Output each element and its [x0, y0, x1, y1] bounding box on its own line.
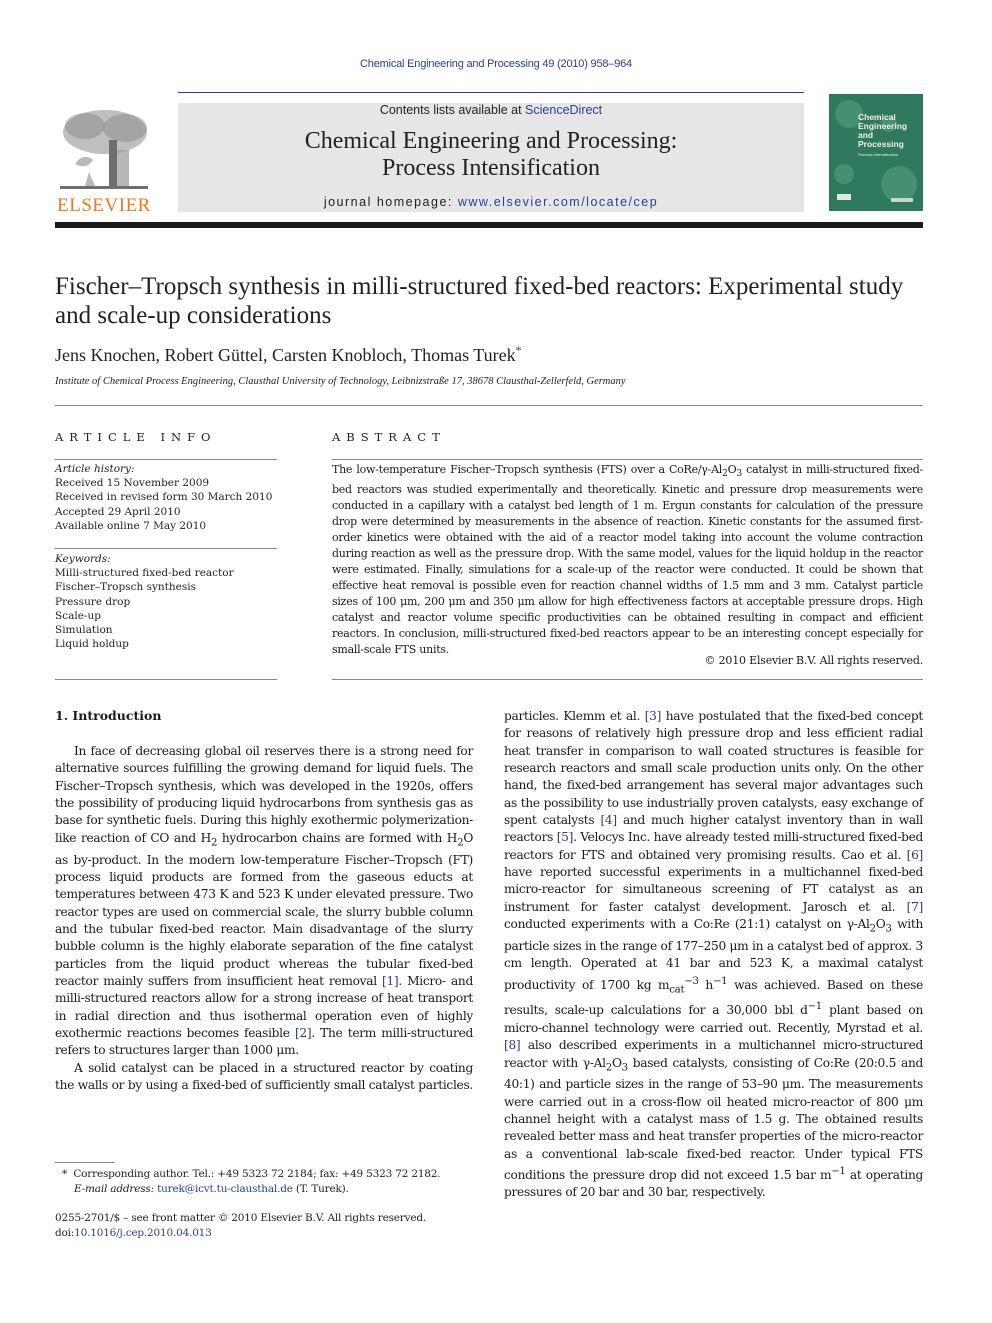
corresponding-contact: Corresponding author. Tel.: +49 5323 72 … [73, 1168, 441, 1180]
citation-link[interactable]: [3] [645, 709, 662, 723]
divider [55, 459, 277, 460]
divider [55, 405, 923, 406]
authors: Jens Knochen, Robert Güttel, Carsten Kno… [55, 345, 516, 365]
keywords: Keywords: Milli-structured fixed-bed rea… [55, 552, 234, 651]
footnote-line: * Corresponding author. Tel.: +49 5323 7… [62, 1167, 482, 1182]
abstract-text: The low-temperature Fischer–Tropsch synt… [332, 462, 923, 658]
history-label: Article history: [55, 463, 135, 475]
abstract-segment: The low-temperature Fischer–Tropsch synt… [332, 463, 723, 476]
superscript: −1 [807, 1001, 823, 1013]
article-history: Article history: Received 15 November 20… [55, 462, 272, 533]
email-suffix: (T. Turek). [292, 1182, 349, 1195]
keyword: Milli-structured fixed-bed reactor [55, 567, 234, 580]
abstract-heading: ABSTRACT [332, 430, 446, 444]
superscript: −1 [831, 1166, 846, 1178]
corresponding-author-footnote: * Corresponding author. Tel.: +49 5323 7… [62, 1167, 482, 1196]
front-matter: 0255-2701/$ – see front matter © 2010 El… [55, 1211, 485, 1240]
history-item: Received in revised form 30 March 2010 [55, 491, 273, 504]
keyword: Scale-up [55, 609, 101, 622]
citation-link[interactable]: [2] [295, 1026, 312, 1040]
text: A solid catalyst can be placed in a stru… [55, 1060, 473, 1092]
superscript: −1 [712, 975, 728, 987]
text: based catalysts, consisting of Co:Re (20… [504, 1055, 923, 1183]
cover-title-line: Processing [858, 139, 904, 149]
header-rule [178, 92, 804, 93]
body-column-right: particles. Klemm et al. [3] have postula… [504, 708, 923, 1202]
article-info-heading: ARTICLE INFO [55, 430, 217, 444]
doi-link[interactable]: 10.1016/j.cep.2010.04.013 [74, 1227, 212, 1239]
subscript: cat [669, 984, 685, 996]
affiliation: Institute of Chemical Process Engineerin… [55, 376, 626, 387]
article-title: Fischer–Tropsch synthesis in milli-struc… [55, 273, 904, 329]
contents-line: Contents lists available at ScienceDirec… [178, 103, 804, 117]
publisher-wordmark: ELSEVIER [57, 195, 151, 216]
text: particles. Klemm et al. [504, 709, 645, 723]
tree-icon [60, 110, 148, 189]
homepage-link[interactable]: www.elsevier.com/locate/cep [458, 195, 658, 209]
superscript: −3 [684, 975, 699, 987]
divider [332, 459, 923, 460]
paragraph: In face of decreasing global oil reserve… [55, 743, 473, 1060]
text: In face of decreasing global oil reserve… [55, 744, 473, 845]
keyword: Simulation [55, 624, 113, 637]
text: hydrocarbon chains are formed with H [217, 830, 458, 845]
citation-link[interactable]: [1] [382, 974, 399, 988]
keyword: Liquid holdup [55, 638, 129, 651]
citation-link[interactable]: [7] [907, 900, 924, 914]
citation-link[interactable]: [5] [557, 830, 574, 844]
front-matter-line: 0255-2701/$ – see front matter © 2010 El… [55, 1212, 427, 1224]
journal-title-line1: Chemical Engineering and Processing: [304, 128, 678, 154]
paragraph-continued: particles. Klemm et al. [3] have postula… [504, 708, 923, 1202]
citation-link[interactable]: [8] [504, 1038, 521, 1052]
footnote-line: E-mail address: turek@icvt.tu-clausthal.… [62, 1182, 482, 1197]
keyword: Pressure drop [55, 595, 131, 608]
email-link[interactable]: turek@icvt.tu-clausthal.de [157, 1183, 293, 1195]
citation-link[interactable]: [6] [907, 848, 924, 862]
text: conducted experiments with a Co:Re (21:1… [504, 917, 870, 932]
email-label: E-mail address: [74, 1182, 154, 1195]
body-column-left: In face of decreasing global oil reserve… [55, 743, 473, 1095]
history-item: Received 15 November 2009 [55, 477, 210, 490]
abstract-segment: catalyst in milli-structured fixed-bed r… [332, 463, 923, 657]
running-head[interactable]: Chemical Engineering and Processing 49 (… [0, 58, 992, 70]
section-heading-introduction: 1. Introduction [55, 708, 162, 723]
contents-prefix: Contents lists available at [379, 103, 526, 117]
divider [55, 679, 277, 680]
text: have postulated that the fixed-bed conce… [504, 709, 923, 828]
doi-line: doi:10.1016/j.cep.2010.04.013 [55, 1226, 485, 1241]
history-item: Available online 7 May 2010 [55, 519, 207, 532]
footnote-rule [55, 1162, 115, 1163]
cover-title: Chemical Engineering and Processing [858, 113, 907, 149]
journal-title: Chemical Engineering and Processing: Pro… [178, 128, 804, 182]
text: O [611, 1055, 622, 1070]
cover-subtitle: Process Intensification [858, 152, 899, 157]
corresponding-author-marker[interactable]: * [516, 343, 522, 357]
text: O as by-product. In the modern low-tempe… [55, 830, 474, 988]
header-thick-rule [55, 222, 923, 228]
abstract-copyright: © 2010 Elsevier B.V. All rights reserved… [704, 654, 924, 667]
text: have reported successful experiments in … [504, 865, 923, 914]
history-item: Accepted 29 April 2010 [55, 505, 181, 518]
author-list: Jens Knochen, Robert Güttel, Carsten Kno… [55, 343, 522, 366]
divider [55, 548, 277, 549]
divider [332, 679, 923, 680]
citation-link[interactable]: [4] [600, 813, 617, 827]
footnote-marker: * [62, 1168, 68, 1180]
journal-homepage: journal homepage: www.elsevier.com/locat… [178, 195, 804, 209]
doi-prefix: doi: [55, 1226, 75, 1239]
sciencedirect-link[interactable]: ScienceDirect [525, 103, 602, 117]
keyword: Fischer–Tropsch synthesis [55, 581, 197, 594]
text: h [698, 977, 713, 992]
homepage-prefix: journal homepage: [323, 195, 458, 209]
paragraph: A solid catalyst can be placed in a stru… [55, 1060, 473, 1095]
journal-title-line2: Process Intensification [382, 155, 600, 181]
keywords-label: Keywords: [55, 553, 111, 565]
